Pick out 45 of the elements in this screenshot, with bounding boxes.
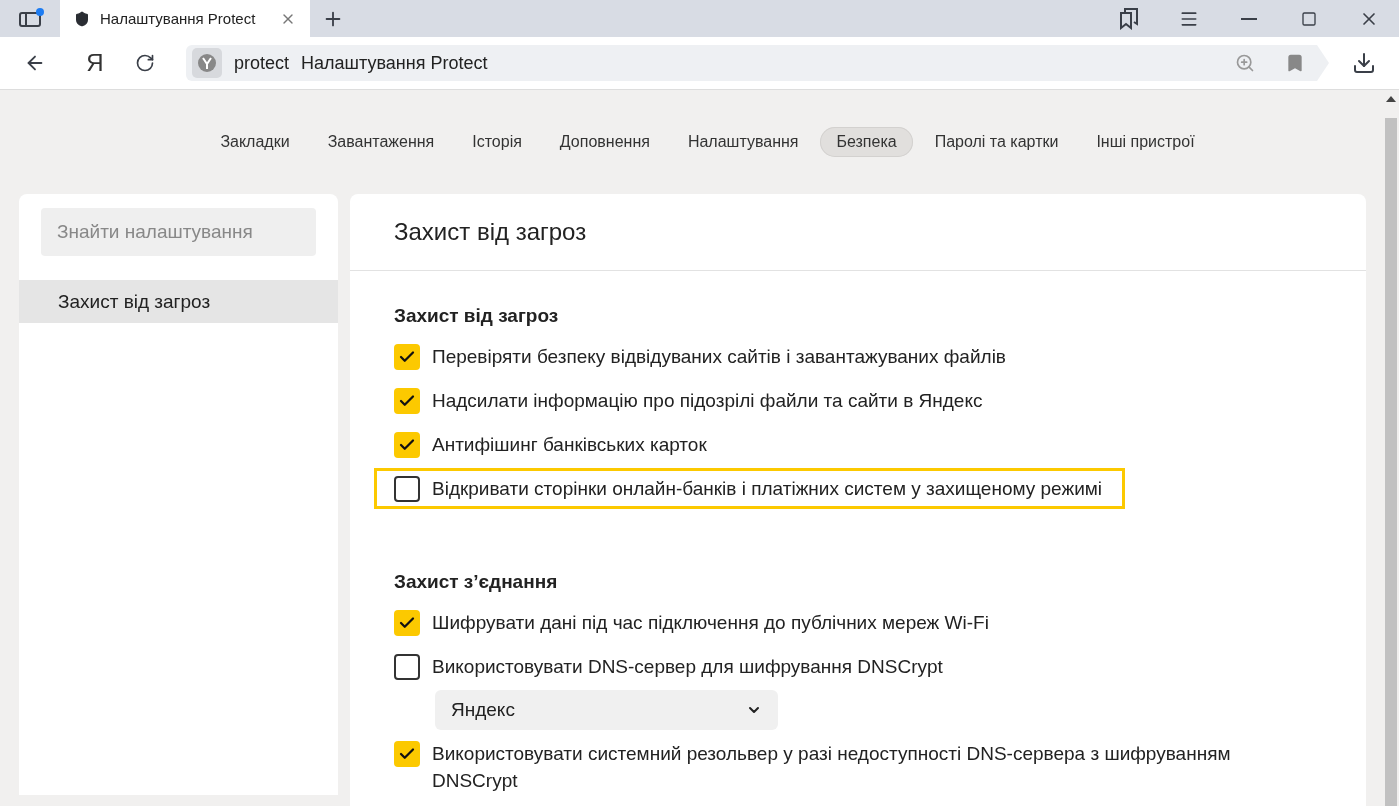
option-label: Надсилати інформацію про підозрілі файли та сайти в Яндекс	[432, 389, 983, 413]
minimize-icon	[1241, 17, 1257, 20]
dropdown[interactable]: Яндекс	[435, 690, 778, 730]
checkbox[interactable]	[394, 388, 420, 414]
sidebar-icon	[19, 10, 41, 27]
nav-tab[interactable]: Безпека	[820, 127, 913, 157]
scroll-thumb[interactable]	[1384, 118, 1397, 806]
checkbox[interactable]	[394, 476, 420, 502]
reload-icon	[135, 53, 155, 73]
checkbox[interactable]	[394, 344, 420, 370]
nav-tab[interactable]: Закладки	[204, 127, 306, 157]
option-label: Відкривати сторінки онлайн-банків і платіжних систем у захищеному режимі	[432, 477, 1103, 501]
shield-icon	[74, 10, 90, 27]
scroll-up-icon[interactable]	[1385, 96, 1396, 102]
address-bar[interactable]: protect Налаштування Protect	[186, 45, 1329, 81]
nav-tab[interactable]: Завантаження	[311, 127, 451, 157]
section-heading: Захист від загроз	[393, 305, 560, 327]
checkbox[interactable]	[394, 610, 420, 636]
bookmarks-icon	[1119, 7, 1139, 30]
nav-tab[interactable]: Інші пристрої	[1080, 127, 1211, 157]
nav-tab[interactable]: Налаштування	[671, 127, 815, 157]
checkbox[interactable]	[394, 654, 420, 680]
page-title: Налаштування Protect	[301, 52, 489, 74]
checkbox[interactable]	[394, 432, 420, 458]
sidebar-item[interactable]: Захист від загроз	[19, 280, 338, 323]
search-field[interactable]: Знайти налаштування	[41, 208, 316, 256]
option-label: Перевіряти безпеку відвідуваних сайтів і завантажуваних файлів	[432, 345, 1006, 369]
browser-logo[interactable]: Я	[70, 49, 120, 77]
option-label: Антифішинг банківських карток	[432, 433, 707, 457]
address-host: protect	[234, 52, 290, 74]
maximize-icon	[1301, 10, 1317, 27]
option-label: Шифрувати дані під час підключення до публічних мереж Wi-Fi	[432, 611, 989, 635]
option-label: Використовувати системний резольвер у разі недоступності DNS-сервера з шифруванням DNSCrypt	[432, 742, 1232, 793]
bookmark-icon[interactable]	[1285, 53, 1305, 73]
nav-tab[interactable]: Паролі та картки	[918, 127, 1075, 157]
section-heading: Захист з’єднання	[393, 571, 559, 593]
panel-title: Захист від загроз	[350, 194, 1366, 271]
site-icon	[192, 48, 222, 78]
browser-tab[interactable]: Налаштування Protect	[60, 0, 310, 37]
nav-tab[interactable]: Доповнення	[543, 127, 666, 157]
download-icon	[1352, 51, 1376, 75]
option-label: Використовувати DNS-сервер для шифрування DNSCrypt	[432, 655, 943, 679]
checkbox[interactable]	[394, 741, 420, 767]
notification-dot	[36, 8, 44, 16]
nav-tab[interactable]: Історія	[456, 127, 538, 157]
